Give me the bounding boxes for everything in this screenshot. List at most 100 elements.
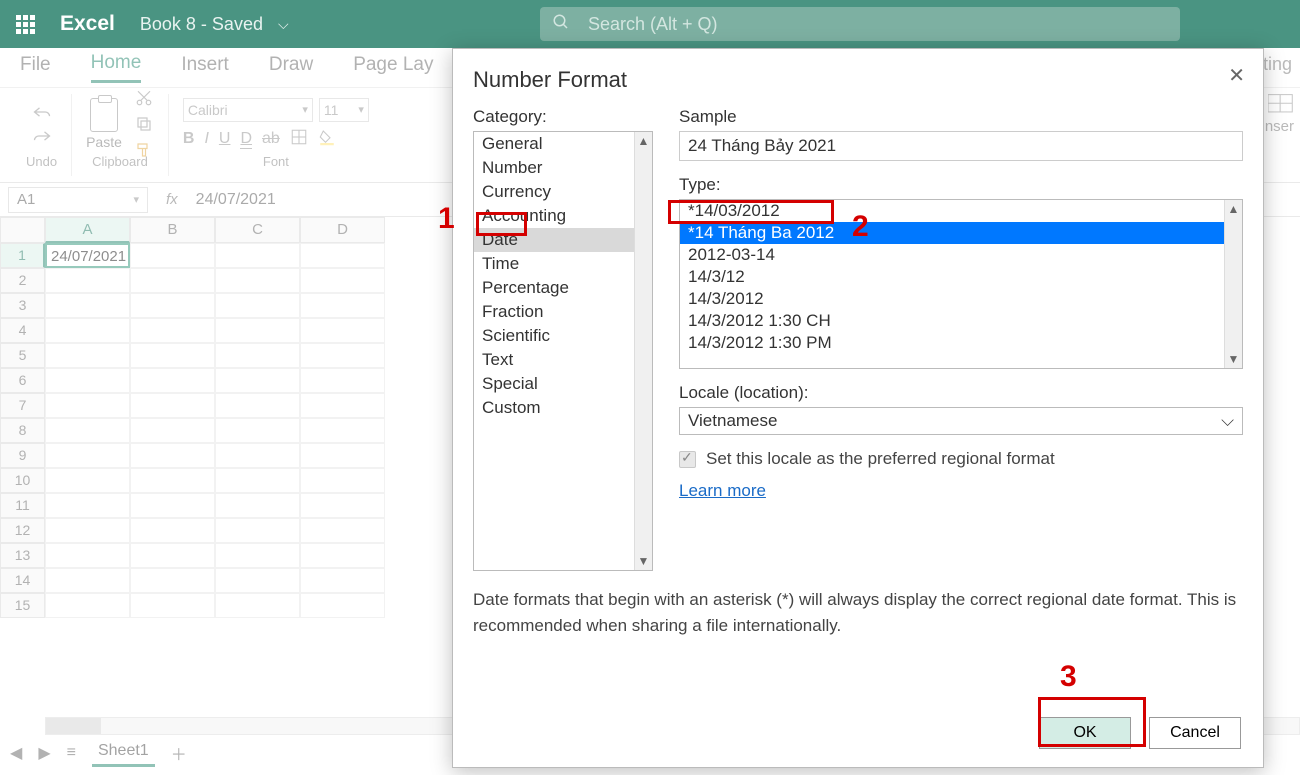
cell[interactable] [300,518,385,543]
cell[interactable] [300,343,385,368]
type-item[interactable]: 2012-03-14 [680,244,1242,266]
border-button[interactable] [290,128,308,151]
cell[interactable] [215,493,300,518]
cell[interactable] [300,293,385,318]
cell[interactable] [130,493,215,518]
next-sheet-icon[interactable]: ▶ [38,743,50,763]
strikethrough-button[interactable]: ab [262,130,280,148]
category-item[interactable]: Percentage [474,276,652,300]
cell[interactable] [45,393,130,418]
cell[interactable] [45,543,130,568]
cell[interactable] [45,493,130,518]
cell[interactable] [300,418,385,443]
row-header[interactable]: 4 [0,318,45,343]
fill-color-button[interactable] [318,128,336,151]
type-item[interactable]: 14/3/2012 1:30 CH [680,310,1242,332]
tab-page-layout[interactable]: Page Lay [353,54,433,82]
row-header[interactable]: 15 [0,593,45,618]
redo-icon[interactable] [32,126,52,146]
cell[interactable] [45,418,130,443]
cell[interactable] [130,293,215,318]
cell[interactable] [300,443,385,468]
column-header[interactable]: C [215,217,300,243]
close-icon[interactable]: ✕ [1228,63,1245,88]
add-sheet-icon[interactable]: ＋ [171,741,187,765]
font-size-select[interactable]: 11▾ [319,98,369,122]
row-header[interactable]: 9 [0,443,45,468]
row-header[interactable]: 6 [0,368,45,393]
row-header[interactable]: 7 [0,393,45,418]
cell[interactable] [45,318,130,343]
cell[interactable] [215,318,300,343]
cell[interactable] [130,468,215,493]
learn-more-link[interactable]: Learn more [679,481,1243,501]
cell[interactable] [300,368,385,393]
type-list[interactable]: *14/03/2012 *14 Tháng Ba 2012 2012-03-14… [679,199,1243,369]
cell[interactable] [130,343,215,368]
cell-a1[interactable]: 24/07/2021 [45,243,130,268]
row-header[interactable]: 13 [0,543,45,568]
sheet-tab[interactable]: Sheet1 [92,738,155,767]
cell[interactable] [45,568,130,593]
cell[interactable] [45,293,130,318]
row-header[interactable]: 3 [0,293,45,318]
cell[interactable] [45,443,130,468]
cell[interactable] [300,318,385,343]
row-header[interactable]: 1 [0,243,45,268]
type-item-selected[interactable]: *14 Tháng Ba 2012 [680,222,1242,244]
cell[interactable] [300,568,385,593]
category-item[interactable]: Number [474,156,652,180]
cell[interactable] [300,593,385,618]
cell[interactable] [300,493,385,518]
cell[interactable] [300,243,385,268]
cell[interactable] [130,518,215,543]
chevron-down-icon[interactable]: ⌵ [278,16,289,33]
cell[interactable] [300,543,385,568]
cell[interactable] [215,593,300,618]
cell[interactable] [130,368,215,393]
type-item[interactable]: 14/3/2012 1:30 PM [680,332,1242,354]
app-launcher-icon[interactable] [10,9,40,39]
type-scrollbar[interactable]: ▲▼ [1224,200,1242,368]
cell[interactable] [215,268,300,293]
row-header[interactable]: 8 [0,418,45,443]
category-item[interactable]: Special [474,372,652,396]
cell[interactable] [300,468,385,493]
category-item[interactable]: Time [474,252,652,276]
type-item[interactable]: 14/3/12 [680,266,1242,288]
underline-button[interactable]: U [219,130,231,148]
row-header[interactable]: 2 [0,268,45,293]
previous-sheet-icon[interactable]: ◀ [10,743,22,763]
column-header[interactable]: D [300,217,385,243]
cell[interactable] [130,593,215,618]
cancel-button[interactable]: Cancel [1149,717,1241,749]
category-item[interactable]: General [474,132,652,156]
cell[interactable] [215,293,300,318]
cell[interactable] [215,543,300,568]
cell[interactable] [45,343,130,368]
cell[interactable] [130,543,215,568]
undo-icon[interactable] [32,102,52,122]
select-all-corner[interactable] [0,217,45,243]
category-scrollbar[interactable]: ▲▼ [634,132,652,570]
tab-draw[interactable]: Draw [269,54,313,82]
cell[interactable] [130,568,215,593]
cell[interactable] [130,318,215,343]
row-header[interactable]: 10 [0,468,45,493]
search-bar[interactable]: Search (Alt + Q) [540,7,1180,41]
cell[interactable] [215,243,300,268]
category-item[interactable]: Fraction [474,300,652,324]
column-header[interactable]: A [45,217,130,243]
name-box[interactable]: A1▾ [8,187,148,213]
document-name[interactable]: Book 8 - Saved [140,14,263,35]
cell[interactable] [130,243,215,268]
cell[interactable] [45,268,130,293]
fx-icon[interactable]: fx [166,191,178,208]
row-header[interactable]: 12 [0,518,45,543]
font-name-select[interactable]: Calibri▾ [183,98,313,122]
cell[interactable] [215,368,300,393]
copy-icon[interactable] [134,114,154,134]
cell[interactable] [130,268,215,293]
category-item[interactable]: Custom [474,396,652,420]
cell[interactable] [300,393,385,418]
